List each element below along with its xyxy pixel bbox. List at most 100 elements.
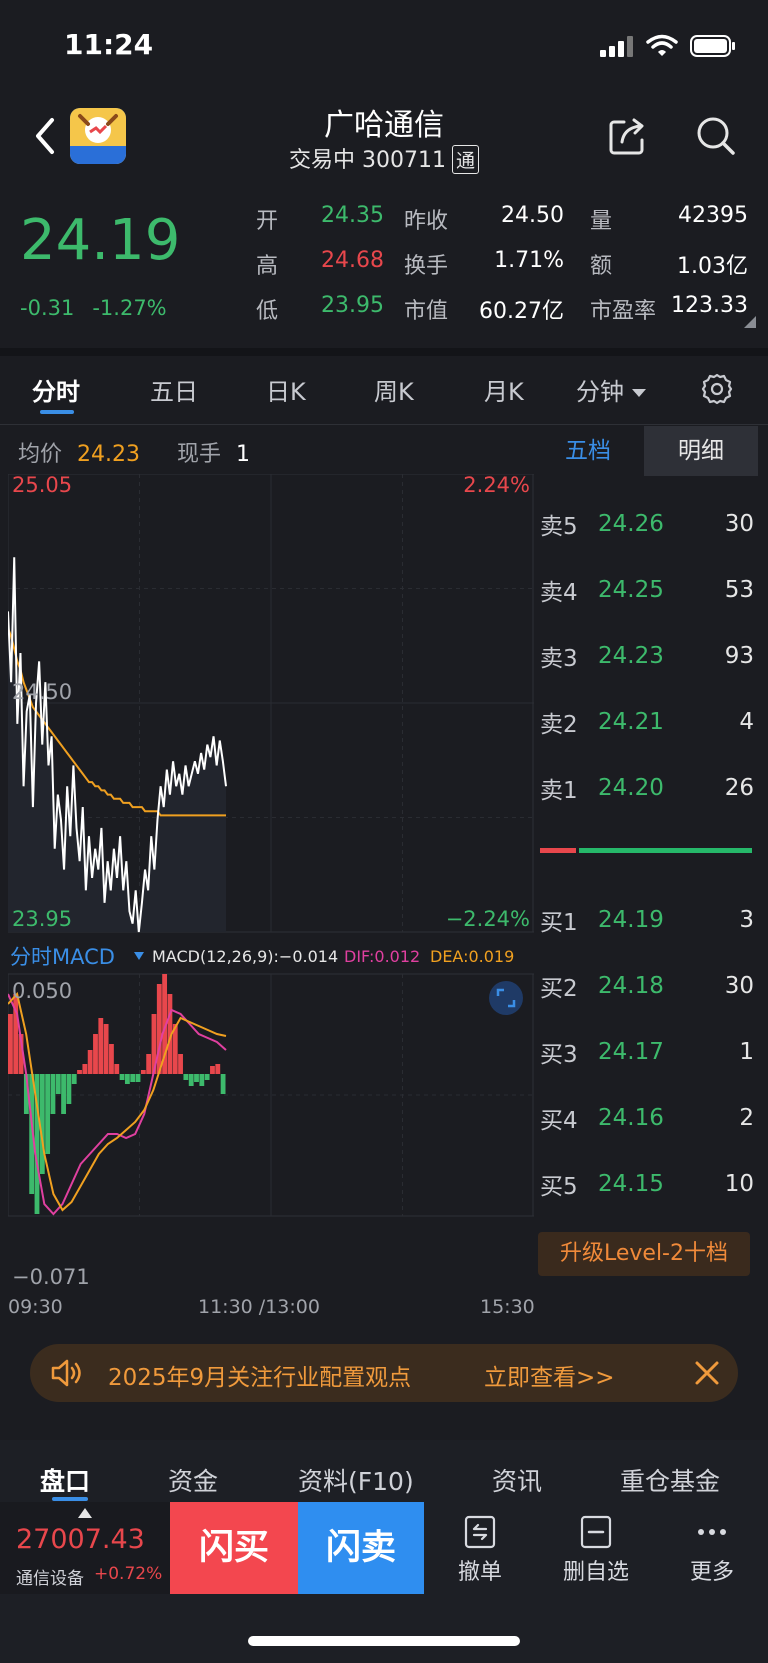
macd-max-label: 0.050 bbox=[12, 979, 72, 1003]
ask-row[interactable]: 卖1 24.20 26 bbox=[540, 768, 754, 808]
current-hand-label: 现手 bbox=[177, 442, 222, 467]
ask-row[interactable]: 卖5 24.26 30 bbox=[540, 504, 754, 544]
macd-min-label: −0.071 bbox=[12, 1265, 90, 1289]
share-button[interactable] bbox=[606, 114, 650, 158]
bottom-tab-funds[interactable]: 资金 bbox=[168, 1462, 218, 1498]
tab-monthly-k[interactable]: 月K bbox=[484, 372, 524, 407]
speaker-icon bbox=[51, 1359, 81, 1387]
stat-label: 市盈率 bbox=[590, 299, 657, 324]
stat-value: 123.33 bbox=[671, 293, 748, 318]
ask-price: 24.21 bbox=[598, 709, 664, 735]
ask-volume: 93 bbox=[724, 643, 754, 669]
bid-price: 24.19 bbox=[598, 907, 664, 933]
stat-value: 42395 bbox=[678, 203, 748, 228]
time-start: 09:30 bbox=[8, 1296, 63, 1318]
ask-label: 卖2 bbox=[540, 712, 578, 738]
search-button[interactable] bbox=[694, 114, 738, 158]
macd-bar bbox=[199, 1074, 205, 1086]
bid-volume: 3 bbox=[739, 907, 754, 933]
ask-row[interactable]: 卖3 24.23 93 bbox=[540, 636, 754, 676]
bid-row[interactable]: 买3 24.17 1 bbox=[540, 1032, 754, 1072]
ask-volume: 53 bbox=[724, 577, 754, 603]
sector-index-change: +0.72% bbox=[94, 1564, 163, 1584]
more-button[interactable]: 更多 bbox=[656, 1502, 768, 1594]
chart-settings-button[interactable] bbox=[700, 372, 734, 406]
caret-down-icon bbox=[632, 389, 646, 397]
tab-five-day[interactable]: 五日 bbox=[150, 372, 198, 407]
macd-bar bbox=[204, 1074, 210, 1080]
stat-label: 额 bbox=[590, 254, 613, 279]
tab-daily-k[interactable]: 日K bbox=[266, 372, 306, 407]
macd-bar bbox=[183, 1074, 189, 1080]
arrow-up-icon bbox=[78, 1508, 92, 1518]
intraday-chart[interactable]: 25.05 24.50 23.95 2.24% −2.24% 分时MACD MA… bbox=[8, 474, 534, 1294]
ask-volume: 4 bbox=[739, 709, 754, 735]
gear-icon bbox=[701, 373, 733, 405]
minus-square-icon bbox=[580, 1515, 612, 1549]
tabs-divider bbox=[0, 424, 768, 425]
bid-label: 买2 bbox=[540, 976, 578, 1002]
tab-minute[interactable]: 分钟 bbox=[576, 372, 648, 407]
status-icons bbox=[600, 34, 736, 58]
macd-bar bbox=[119, 1074, 125, 1080]
macd-bar bbox=[109, 1044, 114, 1074]
remove-watchlist-button[interactable]: 删自选 bbox=[540, 1502, 652, 1594]
macd-bar bbox=[93, 1034, 98, 1074]
sector-index[interactable]: 27007.43 通信设备 +0.72% bbox=[0, 1502, 170, 1594]
bid-price: 24.17 bbox=[598, 1039, 664, 1065]
bid-row[interactable]: 买1 24.19 3 bbox=[540, 900, 754, 940]
ask-label: 卖3 bbox=[540, 646, 578, 672]
ask-label: 卖1 bbox=[540, 778, 578, 804]
tab-trade-details[interactable]: 明细 bbox=[644, 426, 758, 476]
bid-row[interactable]: 买2 24.18 30 bbox=[540, 966, 754, 1006]
macd-bar bbox=[114, 1064, 120, 1074]
macd-bar bbox=[220, 1074, 226, 1094]
flash-sell-button[interactable]: 闪卖 bbox=[298, 1502, 424, 1594]
flash-buy-button[interactable]: 闪买 bbox=[170, 1502, 298, 1594]
macd-title[interactable]: 分时MACD bbox=[10, 945, 115, 969]
bid-row[interactable]: 买5 24.15 10 bbox=[540, 1164, 754, 1204]
close-icon[interactable] bbox=[694, 1360, 720, 1386]
wifi-icon bbox=[646, 34, 678, 56]
bid-price: 24.16 bbox=[598, 1105, 664, 1131]
banner-link[interactable]: 立即查看>> bbox=[484, 1358, 615, 1392]
macd-bar bbox=[61, 1074, 66, 1114]
bid-label: 买1 bbox=[540, 910, 578, 936]
stock-status: 交易中 300711 通 bbox=[0, 142, 768, 174]
ask-label: 卖4 bbox=[540, 580, 578, 606]
bottom-tab-funds-holding[interactable]: 重仓基金 bbox=[620, 1462, 720, 1498]
macd-bar bbox=[135, 1074, 141, 1082]
macd-bar bbox=[210, 1066, 215, 1074]
macd-bar bbox=[178, 1054, 183, 1074]
tab-intraday[interactable]: 分时 bbox=[32, 372, 80, 407]
share-icon bbox=[609, 118, 644, 155]
tab-five-levels[interactable]: 五档 bbox=[532, 426, 644, 476]
cancel-order-label: 撤单 bbox=[457, 1560, 502, 1585]
banner-text: 2025年9月关注行业配置观点 bbox=[108, 1365, 412, 1391]
expand-corner-icon[interactable] bbox=[744, 316, 756, 328]
pct-min-label: −2.24% bbox=[446, 907, 530, 931]
fullscreen-button[interactable] bbox=[489, 981, 523, 1015]
tab-weekly-k[interactable]: 周K bbox=[374, 372, 414, 407]
ask-row[interactable]: 卖4 24.25 53 bbox=[540, 570, 754, 610]
upgrade-level2-button[interactable]: 升级Level-2十档 bbox=[538, 1232, 750, 1276]
bid-row[interactable]: 买4 24.16 2 bbox=[540, 1098, 754, 1138]
macd-bar bbox=[82, 1064, 88, 1074]
bottom-tab-news[interactable]: 资讯 bbox=[492, 1462, 542, 1498]
bottom-tab-handicap[interactable]: 盘口 bbox=[40, 1462, 90, 1498]
macd-bar bbox=[130, 1074, 136, 1082]
cancel-order-button[interactable]: 撤单 bbox=[424, 1502, 536, 1594]
macd-bar bbox=[77, 1070, 82, 1074]
macd-bar bbox=[50, 1074, 56, 1114]
sell-ratio-segment bbox=[540, 848, 577, 853]
bid-volume: 30 bbox=[724, 973, 754, 999]
ask-price: 24.23 bbox=[598, 643, 664, 669]
bottom-tab-f10[interactable]: 资料(F10) bbox=[298, 1462, 414, 1498]
tong-badge: 通 bbox=[451, 145, 479, 174]
macd-bar bbox=[66, 1074, 72, 1104]
ask-volume: 26 bbox=[724, 775, 754, 801]
stat-value: 23.95 bbox=[321, 293, 384, 318]
ask-row[interactable]: 卖2 24.21 4 bbox=[540, 702, 754, 742]
promo-banner[interactable]: 2025年9月关注行业配置观点 立即查看>> bbox=[30, 1344, 738, 1402]
ask-volume: 30 bbox=[724, 511, 754, 537]
